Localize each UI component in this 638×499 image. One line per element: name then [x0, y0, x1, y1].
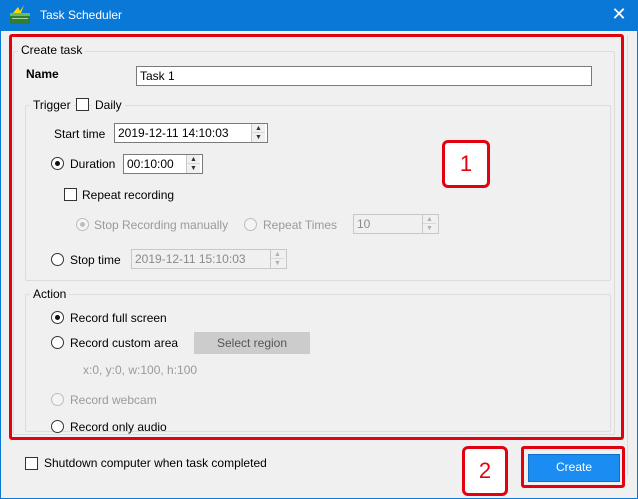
scheduler-app-icon: [10, 5, 30, 24]
window-title: Task Scheduler: [40, 8, 123, 22]
dialog-body: Create task Name Task 1 Trigger Daily St…: [0, 31, 638, 499]
highlight-create-task: [9, 34, 624, 440]
close-icon[interactable]: ✕: [608, 3, 630, 25]
highlight-create-button: [521, 446, 625, 488]
shutdown-checkbox[interactable]: [25, 457, 38, 470]
annotation-badge-1: 1: [442, 140, 490, 188]
title-bar: Task Scheduler ✕: [0, 0, 638, 31]
vertical-scrollbar[interactable]: [627, 35, 637, 475]
shutdown-label: Shutdown computer when task completed: [44, 456, 267, 470]
annotation-badge-2: 2: [462, 446, 508, 496]
